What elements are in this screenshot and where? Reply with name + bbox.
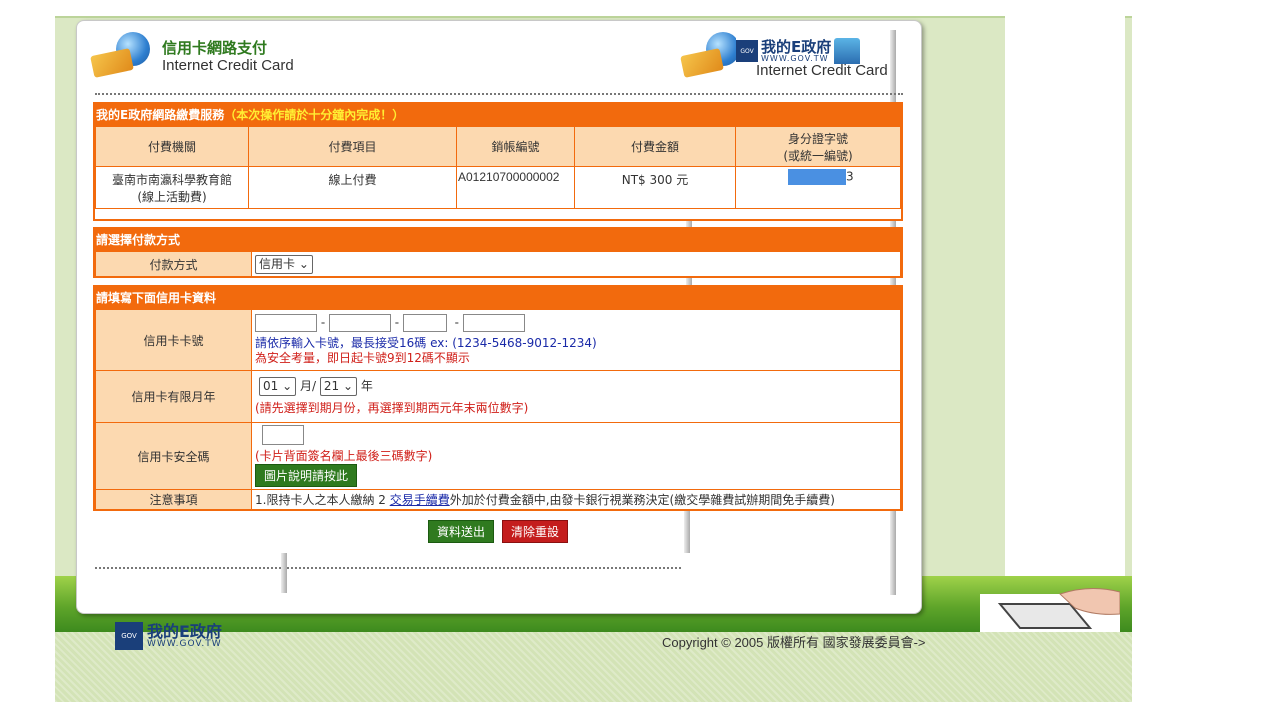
chevron-down-icon: ⌄ — [282, 379, 293, 393]
header-logo: 信用卡網路支付 Internet Credit Card — [90, 32, 294, 82]
building-icon — [834, 38, 861, 64]
card-number-hint: 請依序輸入卡號，最長接受16碼 ex: (1234-5468-9012-1234… — [255, 336, 597, 350]
header-right-logo: Internet Credit Card GOV 我的E政府 WWW.GOV.T… — [680, 32, 906, 84]
logo-title-en: Internet Credit Card — [162, 57, 294, 74]
submit-button[interactable]: 資料送出 — [428, 520, 495, 543]
hand-keyboard-image — [980, 588, 1120, 632]
footer-gov-logo[interactable]: GOV 我的E政府 WWW.GOV.TW — [115, 622, 222, 650]
card-number-part-3[interactable] — [402, 314, 447, 332]
expiry-month-value: 01 — [263, 379, 279, 393]
gov-badge-icon: GOV — [115, 622, 143, 650]
cvv-label: 信用卡安全碼 — [95, 422, 252, 490]
payment-method-section: 請選擇付款方式 付款方式 信用卡 ⌄ — [93, 227, 903, 278]
card-info-section: 請填寫下面信用卡資料 信用卡卡號 - - - 請依序輸入卡號，最長接受16碼 e… — [93, 285, 903, 511]
agency-name: 臺南市南瀛科學教育館 — [111, 172, 232, 187]
agency-sub: (線上活動費) — [137, 189, 207, 204]
top-border — [55, 16, 1132, 18]
payment-method-select[interactable]: 信用卡 ⌄ — [255, 254, 313, 274]
id-cell: 3 — [735, 166, 901, 209]
frame-pole — [684, 511, 690, 553]
frame-pole — [686, 278, 692, 285]
service-title: 我的E政府網路繳費服務（本次操作請於十分鐘內完成！） — [95, 104, 901, 126]
frame-pole — [281, 553, 287, 593]
footer-gov-name: 我的E政府 — [147, 621, 222, 641]
card-number-part-1[interactable] — [255, 314, 317, 332]
right-logo-en: Internet Credit Card — [756, 62, 888, 79]
chevron-down-icon: ⌄ — [298, 256, 309, 271]
col-item: 付費項目 — [248, 126, 457, 167]
notice-suffix: 外加於付費金額中,由發卡銀行視業務決定(繳交學雜費試辦期間免手續費) — [449, 493, 835, 507]
credit-card-globe-icon — [90, 32, 156, 82]
time-limit-note: （本次操作請於十分鐘內完成！） — [224, 108, 405, 122]
payment-cell: 信用卡 ⌄ — [251, 251, 901, 277]
gov-badge-icon: GOV — [736, 40, 758, 62]
expiry-month-select[interactable]: 01 ⌄ — [259, 377, 297, 396]
payment-method-value: 信用卡 — [259, 256, 296, 271]
bill-table: 付費機關 付費項目 銷帳編號 付費金額 身分證字號 (或統一編號) 臺南市南瀛科… — [95, 126, 901, 209]
year-unit: 年 — [360, 379, 373, 393]
payment-title: 請選擇付款方式 — [95, 229, 901, 251]
cvv-input[interactable] — [262, 425, 304, 445]
fee-link[interactable]: 交易手續費 — [390, 493, 450, 507]
logo-title-cn: 信用卡網路支付 — [162, 39, 268, 57]
card-number-part-4[interactable] — [462, 314, 525, 332]
item-cell: 線上付費 — [248, 166, 457, 209]
notice-cell: 1.限持卡人之本人繳納 2 交易手續費外加於付費金額中,由發卡銀行視業務決定(繳… — [251, 489, 901, 510]
redacted-id — [788, 169, 846, 185]
card-info-title: 請填寫下面信用卡資料 — [95, 287, 901, 309]
col-amount: 付費金額 — [574, 126, 736, 167]
col-id: 身分證字號 (或統一編號) — [735, 126, 901, 167]
notice-label: 注意事項 — [95, 489, 252, 510]
amount-cell: NT$ 300 元 — [574, 166, 736, 209]
expiry-hint: (請先選擇到期月份，再選擇到期西元年末兩位數字) — [255, 401, 529, 415]
card-number-warning: 為安全考量，即日起卡號9到12碼不顯示 — [255, 351, 470, 365]
payment-label: 付款方式 — [95, 251, 252, 277]
right-gov-url: WWW.GOV.TW — [761, 53, 829, 63]
reset-button[interactable]: 清除重設 — [502, 520, 569, 543]
service-title-text: 我的E政府網路繳費服務 — [96, 108, 225, 122]
card-number-part-2[interactable] — [328, 314, 391, 332]
gov-logo-overlay[interactable]: GOV 我的E政府 WWW.GOV.TW — [736, 37, 861, 64]
expiry-year-select[interactable]: 21 ⌄ — [319, 377, 358, 396]
footer-gov-url: WWW.GOV.TW — [147, 638, 222, 649]
card-number-cell: - - - 請依序輸入卡號，最長接受16碼 ex: (1234-5468-901… — [251, 309, 901, 371]
right-panel — [1005, 16, 1125, 596]
service-section: 我的E政府網路繳費服務（本次操作請於十分鐘內完成！） 付費機關 付費項目 銷帳編… — [93, 102, 903, 221]
agency-cell: 臺南市南瀛科學教育館 (線上活動費) — [95, 166, 249, 209]
copyright-text: Copyright © 2005 版權所有 國家發展委員會-> — [662, 635, 926, 650]
col-agency: 付費機關 — [95, 126, 249, 167]
right-gov-name: 我的E政府 — [761, 37, 832, 56]
notice-prefix: 1.限持卡人之本人繳納 2 — [255, 493, 390, 507]
col-id-line1: 身分證字號 — [787, 131, 848, 146]
action-buttons: 資料送出 清除重設 — [428, 520, 569, 543]
expiry-year-value: 21 — [323, 379, 340, 393]
expiry-label: 信用卡有限月年 — [95, 370, 252, 423]
month-unit: 月/ — [300, 379, 317, 393]
card-number-label: 信用卡卡號 — [95, 309, 252, 371]
col-id-line2: (或統一編號) — [783, 148, 853, 163]
divider — [95, 93, 903, 95]
col-account: 銷帳編號 — [456, 126, 575, 167]
cvv-cell: (卡片背面簽名欄上最後三碼數字) 圖片說明請按此 — [251, 422, 901, 490]
cvv-help-button[interactable]: 圖片說明請按此 — [255, 464, 358, 487]
expiry-cell: 01 ⌄ 月/ 21 ⌄ 年 (請先選擇到期月份，再選擇到期西元年末兩位數字) — [251, 370, 901, 423]
chevron-down-icon: ⌄ — [342, 379, 354, 393]
bottom-divider — [95, 567, 681, 569]
cvv-hint: (卡片背面簽名欄上最後三碼數字) — [255, 449, 433, 463]
account-cell: A01210700000002 — [456, 166, 575, 209]
id-suffix: 3 — [846, 169, 854, 184]
